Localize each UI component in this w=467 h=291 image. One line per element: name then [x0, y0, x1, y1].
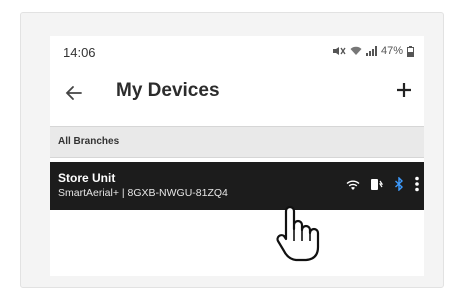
- more-vert-icon[interactable]: [414, 176, 420, 197]
- battery-percent: 47%: [380, 45, 403, 57]
- device-row[interactable]: Store Unit SmartAerial+ | 8GXB-NWGU-81ZQ…: [50, 162, 424, 210]
- mute-icon: [332, 46, 346, 56]
- wifi-icon: [350, 46, 362, 56]
- status-time: 14:06: [63, 45, 96, 60]
- status-icons: 47%: [332, 45, 414, 57]
- battery-icon: [407, 45, 414, 57]
- plus-icon: [397, 83, 411, 97]
- hand-pointer-icon: [274, 203, 322, 263]
- phone-screen: 14:06 47% My Devices All Branches Store …: [50, 36, 424, 276]
- canvas: 14:06 47% My Devices All Branches Store …: [0, 0, 467, 291]
- power-plug-icon: [370, 177, 384, 196]
- device-subtitle: SmartAerial+ | 8GXB-NWGU-81ZQ4: [58, 187, 228, 199]
- signal-icon: [365, 46, 377, 56]
- branch-filter[interactable]: All Branches: [50, 126, 424, 158]
- app-bar: My Devices: [50, 74, 424, 118]
- back-arrow-icon[interactable]: [63, 82, 85, 104]
- status-bar: 14:06 47%: [50, 36, 424, 74]
- add-device-button[interactable]: [392, 78, 416, 102]
- branch-filter-label: All Branches: [58, 136, 120, 147]
- bluetooth-icon: [394, 176, 404, 196]
- device-name: Store Unit: [58, 171, 116, 185]
- page-title: My Devices: [116, 80, 220, 101]
- wifi-icon: [346, 178, 360, 196]
- device-status-icons: [346, 176, 420, 197]
